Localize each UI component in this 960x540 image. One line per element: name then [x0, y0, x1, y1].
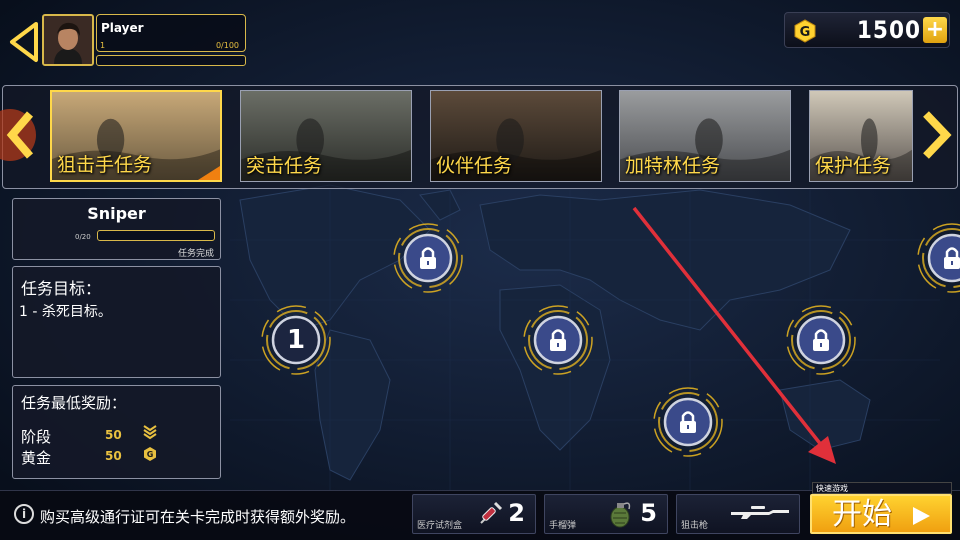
start-button[interactable]: 开始 — [810, 494, 952, 534]
back-arrow-icon — [10, 22, 38, 62]
player-avatar[interactable] — [42, 14, 94, 66]
gold-coin-icon: G — [144, 447, 156, 461]
objective-text: 1 - 杀死目标。 — [19, 304, 112, 320]
mission-card-assault[interactable]: 突击任务 — [240, 90, 412, 182]
sniper-rifle-icon — [731, 506, 789, 519]
medkit-label: 医疗试剂盒 — [417, 521, 463, 531]
player-portrait-icon — [44, 16, 92, 64]
play-icon — [913, 507, 930, 525]
map-node-locked[interactable] — [650, 384, 726, 460]
mission-next-button[interactable] — [914, 100, 958, 170]
grenade-item-slot[interactable]: 5 手榴弹 — [544, 494, 668, 534]
rewards-panel: 任务最低奖励： 阶段 50 黄金 50 G — [12, 385, 221, 479]
add-gold-button[interactable]: + — [923, 17, 947, 43]
mission-prev-button[interactable] — [0, 100, 44, 170]
mission-label: 保护任务 — [815, 155, 892, 177]
map-node-locked[interactable] — [520, 302, 596, 378]
gold-amount: 1500 — [856, 16, 921, 44]
xp-progress-bar — [96, 55, 246, 66]
map-node-locked[interactable] — [914, 220, 960, 296]
player-xp: 0/100 — [215, 41, 239, 50]
map-node-locked[interactable] — [390, 220, 466, 296]
mission-card-partner[interactable]: 伙伴任务 — [430, 90, 602, 182]
chevron-left-icon — [0, 109, 36, 161]
mission-info-panel: Sniper 0/20 任务完成 — [12, 198, 221, 260]
gold-currency-box: G 1500 + — [784, 12, 950, 48]
grenade-count: 5 — [640, 499, 657, 527]
start-button-label: 开始 — [832, 497, 892, 532]
chevron-right-icon — [923, 111, 952, 159]
sniper-rifle-label: 狙击枪 — [681, 521, 709, 531]
info-icon: i — [14, 504, 34, 524]
mission-progress-bar — [97, 230, 215, 241]
map-node-locked[interactable] — [783, 302, 859, 378]
medkit-count: 2 — [508, 499, 525, 527]
player-name: Player — [101, 21, 144, 35]
quick-play-label: 快速游戏 — [812, 482, 952, 494]
objective-title: 任务目标： — [21, 279, 102, 298]
map-node-number: 1 — [286, 325, 306, 355]
mission-complete-label: 任务完成 — [177, 249, 214, 259]
locked-node-icon — [523, 305, 593, 375]
back-button[interactable] — [6, 20, 42, 64]
mission-label: 狙击手任务 — [57, 154, 153, 176]
sniper-rifle-item-slot[interactable]: 狙击枪 — [676, 494, 800, 534]
mission-label: 伙伴任务 — [436, 155, 513, 177]
svg-text:G: G — [147, 450, 154, 459]
reward-stage-label: 阶段 — [21, 428, 52, 446]
locked-node-icon — [786, 305, 856, 375]
grenade-label: 手榴弹 — [549, 521, 577, 531]
mission-card-sniper[interactable]: 狙击手任务 — [50, 90, 222, 182]
player-info-box: Player 1 0/100 — [96, 14, 246, 52]
rewards-title: 任务最低奖励： — [21, 394, 127, 412]
premium-pass-info-text: 购买高级通行证可在关卡完成时获得额外奖励。 — [40, 508, 356, 526]
reward-gold-value: 50 — [105, 449, 122, 463]
locked-node-icon — [393, 223, 463, 293]
gold-coin-icon: G — [794, 19, 816, 43]
map-node-level[interactable]: 1 — [258, 302, 334, 378]
mission-progress-text: 0/20 — [75, 233, 91, 241]
mission-title: Sniper — [87, 204, 146, 223]
syringe-icon — [480, 501, 503, 524]
locked-node-icon — [653, 387, 723, 457]
svg-text:G: G — [800, 25, 811, 40]
mission-card-gatling[interactable]: 加特林任务 — [619, 90, 791, 182]
reward-gold-label: 黄金 — [21, 449, 52, 467]
objective-panel: 任务目标： 1 - 杀死目标。 — [12, 266, 221, 378]
rank-chevron-icon — [143, 425, 157, 440]
reward-stage-value: 50 — [105, 428, 122, 442]
player-level: 1 — [100, 41, 106, 50]
mission-label: 加特林任务 — [625, 155, 721, 177]
locked-node-icon — [917, 223, 960, 293]
medkit-item-slot[interactable]: 2 医疗试剂盒 — [412, 494, 536, 534]
grenade-icon — [610, 502, 631, 528]
selected-corner-icon — [198, 166, 220, 180]
mission-label: 突击任务 — [246, 155, 323, 177]
mission-card-protect[interactable]: 保护任务 — [809, 90, 913, 182]
